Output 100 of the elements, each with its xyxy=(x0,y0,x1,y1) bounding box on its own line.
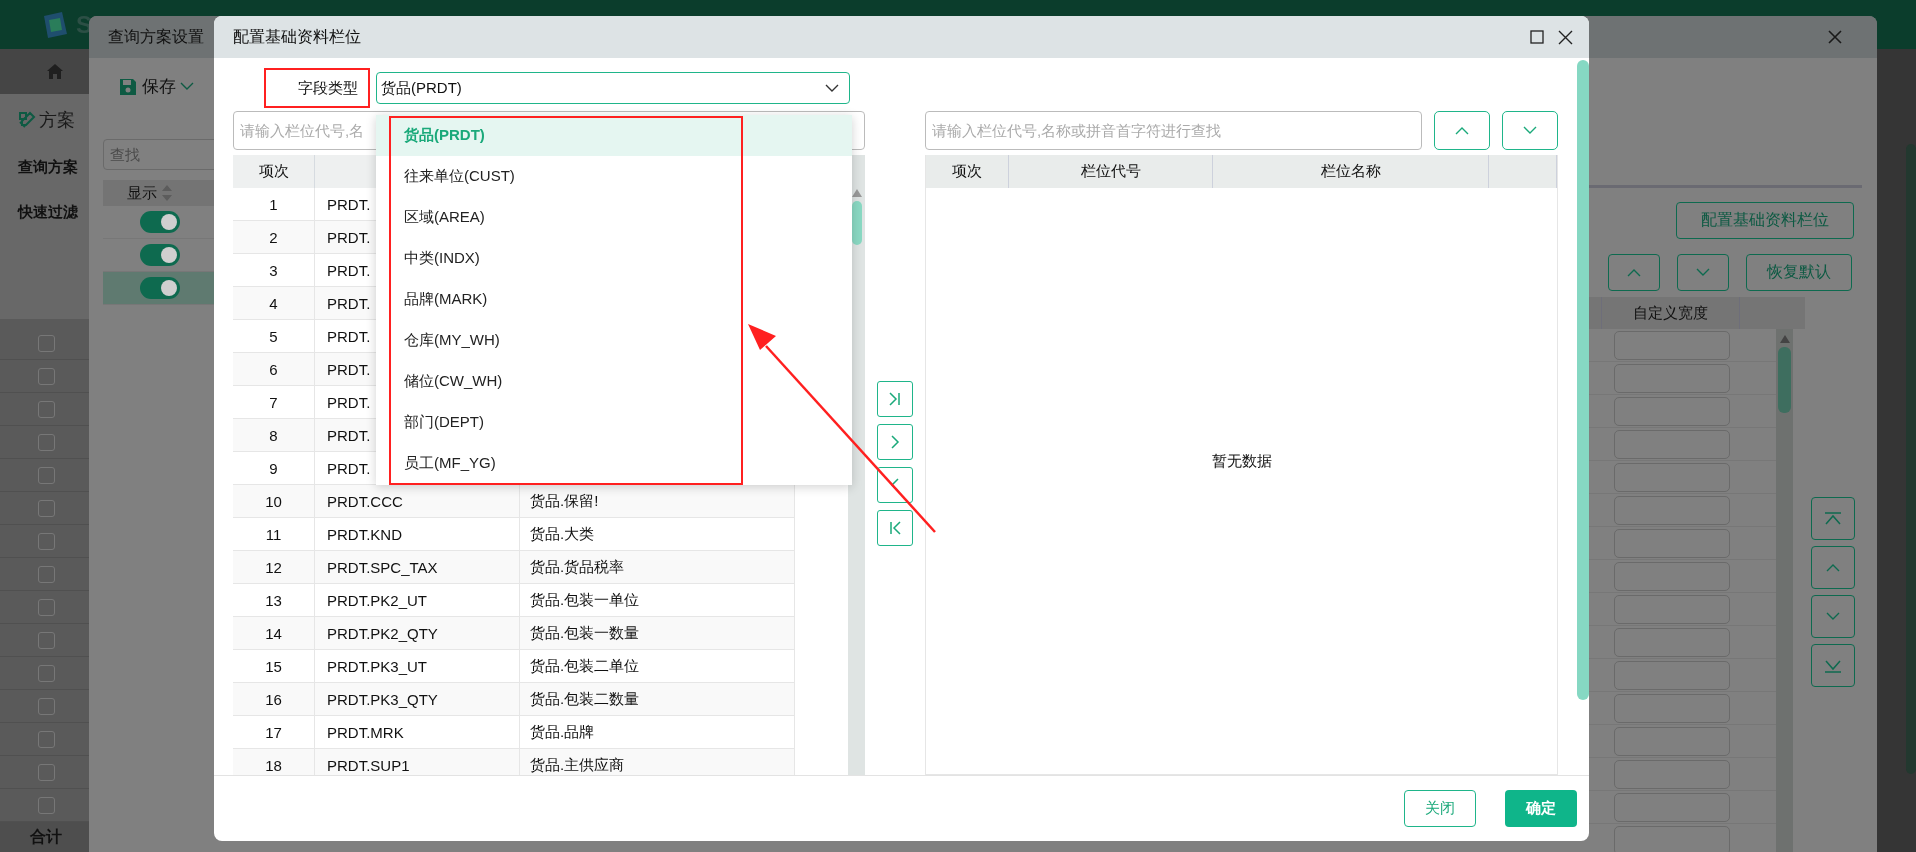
column-header: 栏位代号 xyxy=(1009,155,1213,188)
move-all-right-button[interactable] xyxy=(877,381,913,417)
table-cell: 货品.主供应商 xyxy=(520,749,795,775)
row-checkbox[interactable] xyxy=(38,664,55,682)
maximize-icon[interactable] xyxy=(1530,30,1544,44)
dialog-title: 配置基础资料栏位 xyxy=(233,26,361,47)
field-type-label: 字段类型 xyxy=(264,68,370,108)
sort-icon xyxy=(161,184,173,202)
dropdown-option[interactable]: 货品(PRDT) xyxy=(376,115,852,156)
row-checkbox[interactable] xyxy=(38,697,55,715)
caret-icon xyxy=(180,82,194,91)
chevron-down-icon xyxy=(1523,126,1538,135)
table-cell: 货品.包装一数量 xyxy=(520,617,795,649)
move-up-button[interactable] xyxy=(1811,546,1855,589)
total-label: 合计 xyxy=(0,822,89,852)
chevron-up-icon xyxy=(1826,563,1840,572)
table-cell: 16 xyxy=(233,683,315,715)
move-left-button[interactable] xyxy=(877,467,913,503)
close-icon[interactable] xyxy=(1558,29,1573,45)
table-cell: 17 xyxy=(233,716,315,748)
toggle-switch[interactable] xyxy=(140,211,180,233)
dialog-title: 查询方案设置 xyxy=(108,26,204,47)
home-icon[interactable] xyxy=(46,63,64,80)
section-label[interactable]: 查询方案 xyxy=(18,158,89,177)
close-button[interactable]: 关闭 xyxy=(1404,790,1476,827)
table-cell: 18 xyxy=(233,749,315,775)
table-cell: 6 xyxy=(233,353,315,385)
column-header[interactable]: 显示 xyxy=(103,180,214,206)
row-checkbox[interactable] xyxy=(38,532,55,550)
scrollbar[interactable] xyxy=(1577,60,1589,700)
move-down-button[interactable] xyxy=(1811,595,1855,638)
table-cell: 货品.包装二数量 xyxy=(520,683,795,715)
row-checkbox[interactable] xyxy=(38,367,55,385)
table-cell: 15 xyxy=(233,650,315,682)
table-cell: 10 xyxy=(233,485,315,517)
scrollbar[interactable] xyxy=(1776,329,1793,852)
field-type-select[interactable]: 货品(PRDT) xyxy=(376,72,850,104)
row-checkbox[interactable] xyxy=(38,631,55,649)
table-cell: 12 xyxy=(233,551,315,583)
table-cell: 11 xyxy=(233,518,315,550)
move-top-icon xyxy=(1823,510,1843,527)
move-all-left-button[interactable] xyxy=(877,510,913,546)
move-right-button[interactable] xyxy=(877,424,913,460)
table-cell: 8 xyxy=(233,419,315,451)
column-header: 栏位名称 xyxy=(1213,155,1489,188)
table-cell: 1 xyxy=(233,188,315,220)
column-header: 项次 xyxy=(926,155,1009,188)
section-label[interactable]: 快速过滤 xyxy=(18,203,89,222)
table-cell: 7 xyxy=(233,386,315,418)
row-checkbox[interactable] xyxy=(38,763,55,781)
table-cell: 5 xyxy=(233,320,315,352)
plan-tab[interactable]: 方案 xyxy=(18,108,89,132)
edit-icon xyxy=(18,111,36,129)
chevron-down-icon xyxy=(825,83,839,93)
table-cell: 13 xyxy=(233,584,315,616)
row-checkbox[interactable] xyxy=(38,730,55,748)
row-checkbox[interactable] xyxy=(38,499,55,517)
row-checkbox[interactable] xyxy=(38,466,55,484)
table-cell: PRDT.SPC_TAX xyxy=(315,551,520,583)
column-header: 项次 xyxy=(233,155,315,188)
chevron-down-icon xyxy=(1826,612,1840,621)
table-cell: 9 xyxy=(233,452,315,484)
row-checkbox[interactable] xyxy=(38,334,55,352)
table-cell: 货品.品牌 xyxy=(520,716,795,748)
column-header: 自定义宽度 xyxy=(1602,297,1740,329)
chevron-up-icon xyxy=(1455,126,1470,135)
toggle-switch[interactable] xyxy=(140,244,180,266)
row-checkbox[interactable] xyxy=(38,433,55,451)
list-row[interactable] xyxy=(103,272,214,305)
row-checkbox[interactable] xyxy=(38,598,55,616)
empty-message: 暂无数据 xyxy=(1211,451,1272,471)
table-cell: 2 xyxy=(233,221,315,253)
move-up-button[interactable] xyxy=(1434,111,1491,150)
table-cell: 货品.大类 xyxy=(520,518,795,550)
row-checkbox[interactable] xyxy=(38,796,55,814)
table-cell: PRDT.PK3_UT xyxy=(315,650,520,682)
move-down-button[interactable] xyxy=(1677,254,1729,291)
table-cell: PRDT.PK3_QTY xyxy=(315,683,520,715)
confirm-button[interactable]: 确定 xyxy=(1505,790,1577,827)
table-cell: 3 xyxy=(233,254,315,286)
table-cell: PRDT.PK2_UT xyxy=(315,584,520,616)
table-cell: 货品.包装二单位 xyxy=(520,650,795,682)
table-cell: PRDT.MRK xyxy=(315,716,520,748)
chevron-down-icon xyxy=(1696,268,1710,277)
table-cell: 4 xyxy=(233,287,315,319)
row-checkbox[interactable] xyxy=(38,400,55,418)
row-checkbox[interactable] xyxy=(38,565,55,583)
move-up-button[interactable] xyxy=(1608,254,1660,291)
table-cell: PRDT.KND xyxy=(315,518,520,550)
save-button[interactable]: 保存 xyxy=(89,58,214,115)
move-down-button[interactable] xyxy=(1502,111,1558,150)
move-top-button[interactable] xyxy=(1811,497,1855,540)
table-cell: PRDT.PK2_QTY xyxy=(315,617,520,649)
move-bottom-button[interactable] xyxy=(1811,644,1855,687)
table-cell: 货品.包装一单位 xyxy=(520,584,795,616)
table-cell: PRDT.SUP1 xyxy=(315,749,520,775)
toggle-switch[interactable] xyxy=(140,277,180,299)
table-cell: 14 xyxy=(233,617,315,649)
search-field[interactable]: 请输入栏位代号,名称或拼音首字符进行查找 xyxy=(925,111,1423,150)
save-icon xyxy=(118,76,138,97)
